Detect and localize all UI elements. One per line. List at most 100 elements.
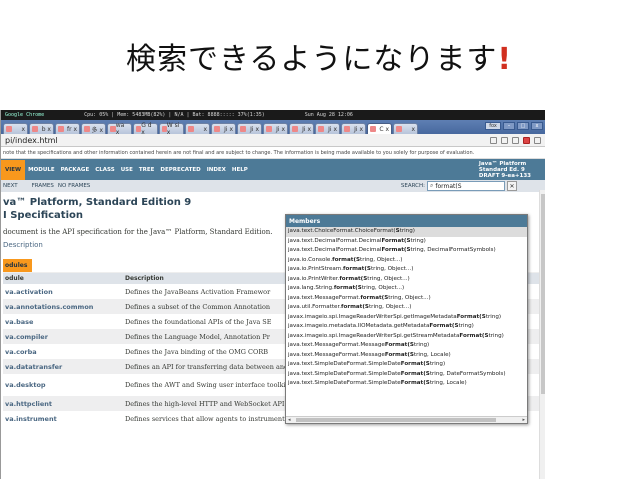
suggestion-item[interactable]: java.io.Console.format(String, Object...… [286,256,527,266]
popup-scroll-thumb[interactable] [296,418,496,422]
tab-favicon-icon [318,126,324,132]
suggestion-text-b: Format(S [400,361,430,367]
popup-horizontal-scrollbar[interactable]: ◂ ▸ [286,416,527,423]
module-link[interactable]: va.httpclient [3,396,123,411]
nav-item-module[interactable]: MODULE [25,167,57,173]
page-vertical-scrollbar[interactable] [539,190,545,479]
suggestion-item[interactable]: java.text.MessageFormat.format(String, O… [286,294,527,304]
browser-tab[interactable]: b x [29,123,54,134]
suggestion-text-post: tring, DateFormatSymbols) [429,370,506,377]
extension-red-icon[interactable] [523,136,530,144]
browser-tab[interactable]: Ji x [289,123,314,134]
suggestion-item[interactable]: java.text.MessageFormat.MessageFormat(St… [286,351,527,361]
suggestion-item[interactable]: java.io.PrintStream.format(String, Objec… [286,265,527,275]
draft-notice: note that the specifications and other i… [1,147,545,159]
suggestion-text-b: Format(S [381,247,411,253]
maximize-button[interactable]: □ [517,122,529,130]
tab-label: Ji x [302,125,311,133]
suggestion-text-b: Format(S [384,342,414,348]
nav-item-package[interactable]: PACKAGE [58,167,93,173]
suggestion-item[interactable]: java.text.DecimalFormat.DecimalFormat(St… [286,246,527,256]
browser-tab[interactable]: 多 x [81,123,106,134]
browser-tab[interactable]: Ji x [315,123,340,134]
suggestion-item[interactable]: java.text.DecimalFormat.DecimalFormat(St… [286,237,527,247]
suggestion-text-post: tring) [429,361,446,367]
suggestion-item[interactable]: javax.imageio.spi.ImageReaderWriterSpi.g… [286,332,527,342]
tab-favicon-icon [344,126,350,132]
tab-favicon-icon [370,126,376,132]
next-link[interactable]: NEXT [3,183,18,189]
browser-tab[interactable]: W si x [159,122,184,136]
address-bar: pi/index.html [1,134,545,147]
close-window-button[interactable]: x [531,122,543,130]
suggestion-item[interactable]: javax.imageio.spi.ImageReaderWriterSpi.g… [286,313,527,323]
suggestion-text-post: tring, Locale) [413,351,451,358]
browser-tab[interactable]: x [185,123,210,134]
url-field[interactable]: pi/index.html [5,136,484,145]
search-input[interactable]: ⌕ format(S [427,181,505,191]
suggestion-item[interactable]: javax.imageio.metadata.IIOMetadata.getMe… [286,322,527,332]
browser-tab[interactable]: Ji x [211,123,236,134]
extension-icon[interactable] [501,136,508,144]
system-status-bar: Google Chrome Cpu: 05% | Mem: 5483MB(82%… [1,110,545,120]
bookmark-icon[interactable] [490,136,497,144]
page-scroll-thumb[interactable] [541,194,545,394]
suggestion-text-pre: java.text.DecimalFormat.Decimal [288,237,382,244]
module-link[interactable]: va.desktop [3,374,123,396]
menu-icon[interactable] [534,136,541,144]
nav-item-index[interactable]: INDEX [204,167,229,173]
suggestion-item[interactable]: java.text.MessageFormat.MessageFormat(St… [286,341,527,351]
suggestion-item[interactable]: java.util.Formatter.format(String, Objec… [286,303,527,313]
tab-favicon-icon [32,126,38,132]
cast-icon[interactable] [512,136,519,144]
browser-tab[interactable]: Ji x [341,123,366,134]
nav-item-use[interactable]: USE [118,167,136,173]
suggestion-item[interactable]: java.text.ChoiceFormat.ChoiceFormat(Stri… [286,227,527,237]
browser-tab[interactable]: fr x [55,123,80,134]
browser-tab[interactable]: Ji x [263,123,288,134]
doc-title-line: va™ Platform, Standard Edition 9 [3,197,192,208]
browser-tab[interactable]: wa x [107,122,132,136]
suggestion-text-b: Format(S [384,351,414,358]
browser-tab[interactable]: x [393,123,418,134]
module-link[interactable]: va.base [3,314,123,329]
module-link[interactable]: va.compiler [3,329,123,344]
nav-item-deprecated[interactable]: DEPRECATED [157,167,203,173]
module-link[interactable]: va.datatransfer [3,359,123,374]
module-link[interactable]: va.activation [3,284,123,299]
module-link[interactable]: va.corba [3,344,123,359]
module-link[interactable]: va.annotations.common [3,299,123,314]
tab-favicon-icon [266,126,272,132]
suggestion-text-pre: java.text.DecimalFormat.Decimal [288,247,382,253]
no-frames-link[interactable]: NO FRAMES [58,183,90,189]
suggestion-item[interactable]: java.text.SimpleDateFormat.SimpleDateFor… [286,379,527,389]
suggestion-text-b: Format(S [400,380,430,386]
suggestion-text-pre: java.text.MessageFormat. [288,294,361,301]
browser-tab[interactable]: Ji x [237,123,262,134]
suggestion-item[interactable]: java.text.SimpleDateFormat.SimpleDateFor… [286,370,527,380]
suggestion-item[interactable]: java.text.SimpleDateFormat.SimpleDateFor… [286,360,527,370]
suggestion-text-post: tring, Locale) [429,380,467,386]
minimize-button[interactable]: – [503,122,515,130]
scroll-right-icon[interactable]: ▸ [522,417,525,423]
modules-caption-tab: odules [3,259,33,272]
nav-item-class[interactable]: CLASS [92,167,117,173]
module-link[interactable]: va.instrument [3,411,123,426]
tab-label: W si x [166,122,180,136]
nav-item-tree[interactable]: TREE [136,167,158,173]
clear-search-button[interactable]: ✕ [507,181,517,191]
browser-tab[interactable]: x [3,123,28,134]
browser-tab[interactable]: C x [367,123,392,134]
brand-line: DRAFT 9-ea+133 [478,173,531,179]
nav-item-help[interactable]: HELP [229,167,251,173]
suggestion-item[interactable]: java.io.PrintWriter.format(String, Objec… [286,275,527,285]
tab-favicon-icon [396,126,402,132]
platform-brand: Java™ Platform Standard Ed. 9 DRAFT 9-ea… [479,161,531,179]
suggestion-item[interactable]: java.lang.String.format(String, Object..… [286,284,527,294]
frames-link[interactable]: FRAMES [32,183,54,189]
javadoc-nav-bar: VIEW MODULE PACKAGE CLASS USE TREE DEPRECATED I… [1,159,545,180]
scroll-left-icon[interactable]: ◂ [288,417,291,423]
suggestion-text-post: tring, Object...) [370,266,414,272]
browser-tab[interactable]: G d x [133,122,158,136]
profile-button[interactable]: fox [485,122,501,130]
